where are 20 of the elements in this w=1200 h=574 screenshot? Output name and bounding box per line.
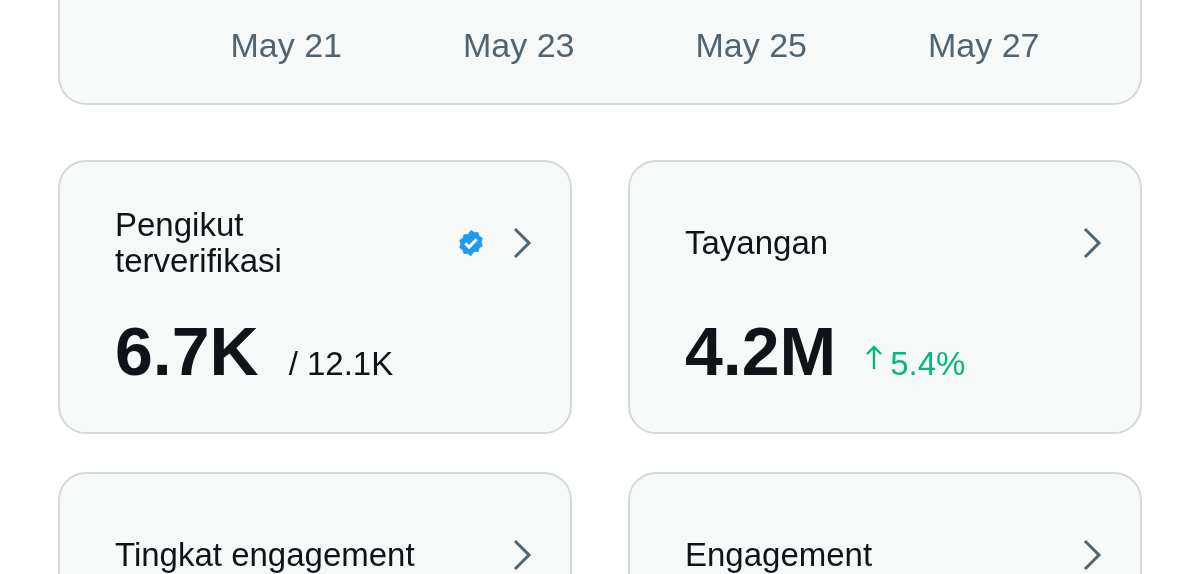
axis-label: May 27 (928, 26, 1040, 65)
chevron-right-icon (512, 538, 532, 572)
metric-card[interactable]: Tayangan 4.2M 5.4% (628, 160, 1142, 434)
chevron-right-icon (1082, 226, 1102, 260)
chevron-right-icon (1082, 538, 1102, 572)
card-title: Tayangan (685, 225, 829, 261)
metric-total: / 12.1K (288, 345, 394, 383)
axis-label: May 23 (463, 26, 575, 65)
card-title: Pengikut terverifikasi (115, 207, 283, 279)
metric-card[interactable]: Pengikut terverifikasi 6.7K / 12.1K (58, 160, 572, 434)
chevron-right-icon (512, 226, 532, 260)
metric-card[interactable]: Engagement (628, 472, 1142, 574)
metric-value: 6.7K (115, 312, 259, 390)
metric-card[interactable]: Tingkat engagement (58, 472, 572, 574)
card-title: Tingkat engagement (115, 537, 415, 573)
axis-label: May 21 (230, 26, 342, 65)
axis-label: May 25 (695, 26, 807, 65)
metric-value: 4.2M (685, 312, 837, 390)
change-percent: 5.4% (890, 345, 966, 383)
card-title: Engagement (685, 537, 873, 573)
